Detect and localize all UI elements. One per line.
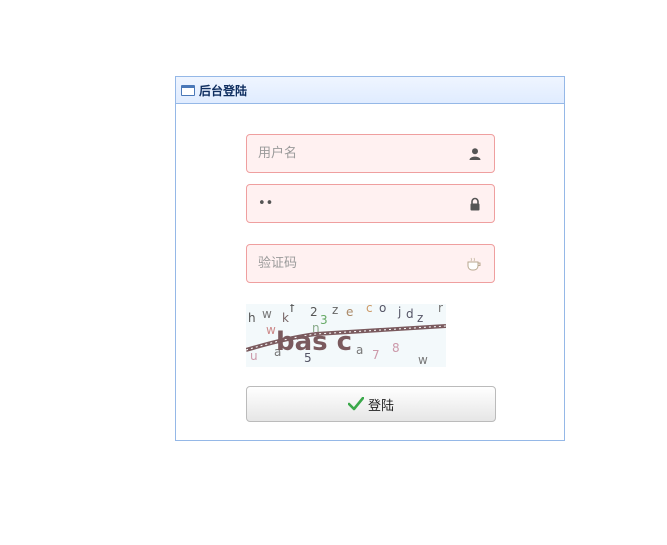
svg-text:8: 8: [392, 341, 400, 355]
checkmark-icon: [347, 397, 364, 411]
captcha-field: [246, 244, 495, 283]
password-input[interactable]: [247, 185, 458, 222]
svg-text:h: h: [248, 311, 256, 325]
svg-text:k: k: [282, 311, 289, 325]
window-icon: [181, 84, 195, 96]
svg-text:z: z: [417, 311, 423, 325]
svg-text:u: u: [250, 349, 258, 363]
svg-text:a: a: [356, 343, 363, 357]
svg-text:c: c: [366, 304, 373, 315]
svg-text:w: w: [266, 323, 276, 337]
svg-text:r: r: [438, 304, 443, 315]
captcha-text: bas c: [276, 327, 352, 357]
login-panel: 后台登陆 h w w k f 2 3 z: [175, 76, 565, 441]
svg-text:w: w: [418, 353, 428, 367]
login-button-label: 登陆: [367, 398, 394, 414]
user-icon: [469, 148, 481, 160]
svg-text:7: 7: [372, 348, 380, 362]
login-button[interactable]: 登陆: [246, 386, 496, 422]
svg-text:e: e: [346, 305, 353, 319]
username-field: [246, 134, 495, 173]
svg-text:3: 3: [320, 313, 328, 327]
captcha-image[interactable]: h w w k f 2 3 z e c o j d z u a 5 a 7 8 …: [246, 304, 446, 367]
panel-header: 后台登陆: [176, 77, 564, 104]
lock-icon: [470, 197, 480, 211]
captcha-input[interactable]: [247, 245, 458, 282]
svg-text:2: 2: [310, 305, 318, 319]
svg-text:w: w: [262, 307, 272, 321]
password-field: [246, 184, 495, 223]
svg-text:z: z: [332, 304, 338, 317]
cup-icon: [467, 257, 481, 271]
username-input[interactable]: [247, 135, 458, 172]
svg-text:o: o: [379, 304, 386, 315]
svg-text:d: d: [406, 307, 414, 321]
svg-text:j: j: [397, 305, 401, 319]
panel-title: 后台登陆: [199, 83, 248, 98]
